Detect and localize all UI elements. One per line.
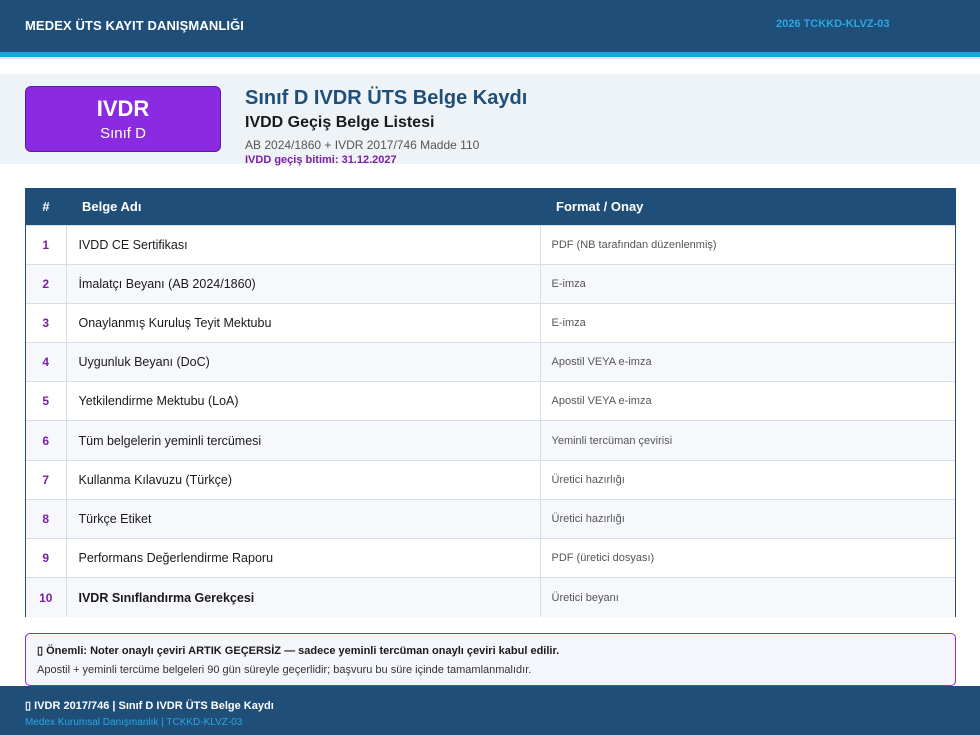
- column-header-number: #: [42, 199, 50, 215]
- row-format: Üretici hazırlığı: [540, 459, 955, 500]
- table-row: 6 Tüm belgelerin yeminli tercümesi Yemin…: [26, 420, 955, 461]
- row-document-name: Kullanma Kılavuzu (Türkçe): [66, 459, 541, 500]
- class-badge: IVDR Sınıf D: [25, 86, 221, 152]
- row-document-name: Türkçe Etiket: [66, 498, 541, 539]
- page-title: Sınıf D IVDR ÜTS Belge Kaydı: [245, 87, 528, 109]
- row-document-name: İmalatçı Beyanı (AB 2024/1860): [66, 263, 541, 304]
- table-row: 3 Onaylanmış Kuruluş Teyit Mektubu E-imz…: [26, 302, 955, 343]
- table-row: 4 Uygunluk Beyanı (DoC) Apostil VEYA e-i…: [26, 342, 955, 382]
- row-format: Apostil VEYA e-imza: [540, 342, 955, 382]
- table-row: 2 İmalatçı Beyanı (AB 2024/1860) E-imza: [26, 263, 955, 304]
- row-number: 3: [26, 302, 67, 343]
- page-subtitle: IVDD Geçiş Belge Listesi: [245, 114, 435, 131]
- table-row: 7 Kullanma Kılavuzu (Türkçe) Üretici haz…: [26, 459, 955, 500]
- brand-title: MEDEX ÜTS KAYIT DANIŞMANLIĞI: [25, 18, 245, 33]
- regulation-reference: AB 2024/1860 + IVDR 2017/746 Madde 110: [245, 138, 480, 152]
- row-format: PDF (NB tarafından düzenlenmiş): [540, 224, 955, 265]
- row-number: 2: [26, 263, 67, 304]
- top-header-bar: MEDEX ÜTS KAYIT DANIŞMANLIĞI 2026 TCKKD-…: [0, 0, 980, 52]
- row-document-name: Uygunluk Beyanı (DoC): [66, 342, 541, 382]
- row-number: 9: [26, 537, 67, 578]
- note-warning-line: ▯ Önemli: Noter onaylı çeviri ARTIK GEÇE…: [37, 645, 560, 657]
- row-document-name: Yetkilendirme Mektubu (LoA): [66, 381, 541, 421]
- row-document-name: Tüm belgelerin yeminli tercümesi: [66, 420, 541, 461]
- row-document-name: IVDR Sınıflandırma Gerekçesi: [66, 577, 541, 617]
- footer-title: ▯ IVDR 2017/746 | Sınıf D IVDR ÜTS Belge…: [25, 700, 274, 712]
- table-header-row: # Belge Adı Format / Onay: [26, 189, 955, 225]
- row-format: E-imza: [540, 302, 955, 343]
- column-header-format: Format / Onay: [556, 199, 644, 215]
- note-validity-line: Apostil + yeminli tercüme belgeleri 90 g…: [37, 664, 532, 676]
- row-number: 1: [26, 224, 67, 265]
- document-table: # Belge Adı Format / Onay 1 IVDD CE Sert…: [25, 188, 956, 617]
- row-format: E-imza: [540, 263, 955, 304]
- row-document-name: Performans Değerlendirme Raporu: [66, 537, 541, 578]
- row-format: PDF (üretici dosyası): [540, 537, 955, 578]
- row-number: 4: [26, 342, 67, 382]
- header-accent-stripe-light: [0, 57, 980, 59]
- badge-regulation: IVDR: [96, 96, 150, 121]
- row-document-name: Onaylanmış Kuruluş Teyit Mektubu: [66, 302, 541, 343]
- table-row: 5 Yetkilendirme Mektubu (LoA) Apostil VE…: [26, 381, 955, 421]
- row-number: 6: [26, 420, 67, 461]
- row-number: 10: [26, 577, 67, 617]
- table-row: 8 Türkçe Etiket Üretici hazırlığı: [26, 498, 955, 539]
- table-row: 10 IVDR Sınıflandırma Gerekçesi Üretici …: [26, 577, 955, 617]
- transition-deadline: IVDD geçiş bitimi: 31.12.2027: [245, 154, 397, 166]
- document-code: 2026 TCKKD-KLVZ-03: [776, 18, 890, 30]
- row-format: Üretici hazırlığı: [540, 498, 955, 539]
- row-format: Üretici beyanı: [540, 577, 955, 617]
- footer-bar: ▯ IVDR 2017/746 | Sınıf D IVDR ÜTS Belge…: [0, 686, 980, 735]
- important-note-box: ▯ Önemli: Noter onaylı çeviri ARTIK GEÇE…: [25, 633, 956, 686]
- table-row: 9 Performans Değerlendirme Raporu PDF (ü…: [26, 537, 955, 578]
- row-format: Yeminli tercüman çevirisi: [540, 420, 955, 461]
- badge-class: Sınıf D: [100, 125, 146, 142]
- row-document-name: IVDD CE Sertifikası: [66, 224, 541, 265]
- table-row: 1 IVDD CE Sertifikası PDF (NB tarafından…: [26, 224, 955, 265]
- row-number: 8: [26, 498, 67, 539]
- column-header-name: Belge Adı: [82, 199, 142, 215]
- row-format: Apostil VEYA e-imza: [540, 381, 955, 421]
- row-number: 7: [26, 459, 67, 500]
- footer-company: Medex Kurumsal Danışmanlık | TCKKD-KLVZ-…: [25, 717, 243, 728]
- row-number: 5: [26, 381, 67, 421]
